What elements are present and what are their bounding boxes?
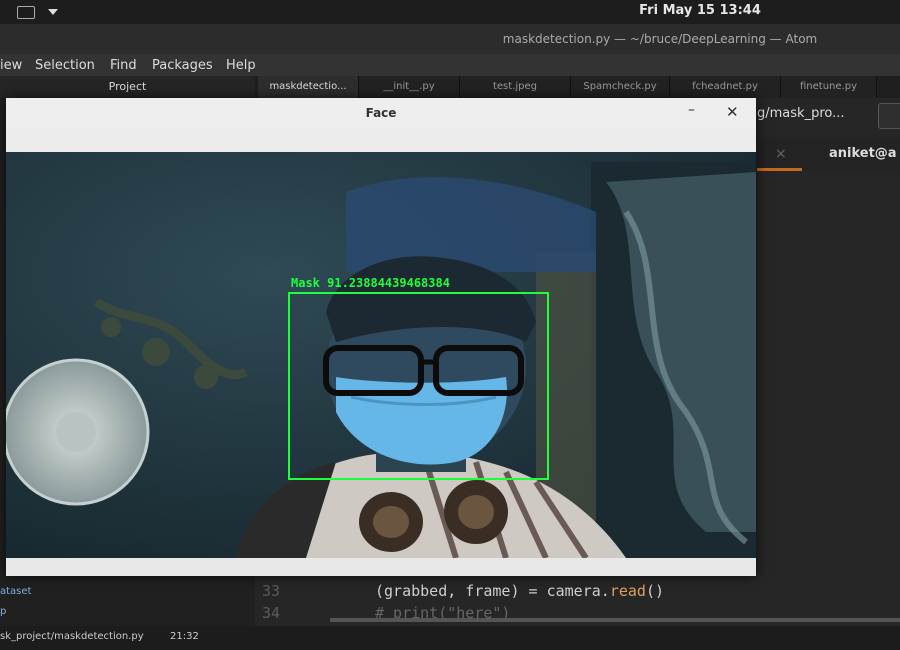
active-tab-indicator [757,168,802,171]
menu-find[interactable]: Find [110,58,137,73]
clock[interactable]: Fri May 15 13:44 [600,3,800,18]
horizontal-scrollbar[interactable] [330,618,900,622]
menu-selection[interactable]: Selection [35,58,95,73]
status-file-path[interactable]: sk_project/maskdetection.py [0,631,144,642]
face-window: Face – ✕ Mask 91.23884439468384 [6,98,756,576]
tab-test-jpeg[interactable]: test.jpeg [460,76,571,98]
tree-item-dataset[interactable]: ataset [0,586,31,597]
code-call: read [609,582,646,600]
keyboard-icon[interactable] [17,6,35,19]
code-line[interactable]: (grabbed, frame) = camera.read() [375,582,664,600]
terminal-header: × aniket@a [757,137,900,171]
atom-window-title: maskdetection.py — ~/bruce/DeepLearning … [502,32,818,46]
window-bottom-strip [6,558,756,576]
dropdown-arrow-icon[interactable] [48,9,58,15]
menu-view[interactable]: iew [0,58,22,73]
project-panel-header: Project [0,76,255,98]
camera-feed: Mask 91.23884439468384 [6,152,756,558]
close-icon[interactable]: ✕ [726,103,739,121]
code-text: (grabbed, frame) = camera. [375,582,610,600]
menu-help[interactable]: Help [226,58,256,73]
menu-bar: iew Selection Find Packages Help [0,54,900,76]
minimize-icon[interactable]: – [688,102,695,118]
detection-label: Mask 91.23884439468384 [291,276,450,290]
webcam-frame-image [6,152,756,558]
tree-item[interactable]: p [0,606,6,617]
line-number: 33 [262,582,281,600]
status-bar: sk_project/maskdetection.py 21:32 [0,626,900,650]
tab-spamcheck[interactable]: Spamcheck.py [571,76,670,98]
menu-packages[interactable]: Packages [152,58,213,73]
line-number: 34 [262,604,281,622]
code-tail: () [645,582,664,600]
window-toolbar-strip [6,128,756,152]
system-top-bar: Fri May 15 13:44 [0,0,900,24]
cursor-position[interactable]: 21:32 [170,631,199,642]
face-window-title: Face [365,106,397,120]
atom-title-bar: maskdetection.py — ~/bruce/DeepLearning … [0,24,900,54]
terminal-tab-name[interactable]: aniket@a [829,146,897,161]
terminal-path-label: g/mask_pro... [757,106,845,121]
close-icon[interactable]: × [775,146,787,162]
tab-fcheadnet[interactable]: fcheadnet.py [670,76,781,98]
terminal-action-button[interactable] [878,103,900,129]
tab-maskdetection[interactable]: maskdetectio... [258,76,359,98]
tab-finetune[interactable]: finetune.py [781,76,877,98]
tab-init[interactable]: __init__.py [359,76,460,98]
